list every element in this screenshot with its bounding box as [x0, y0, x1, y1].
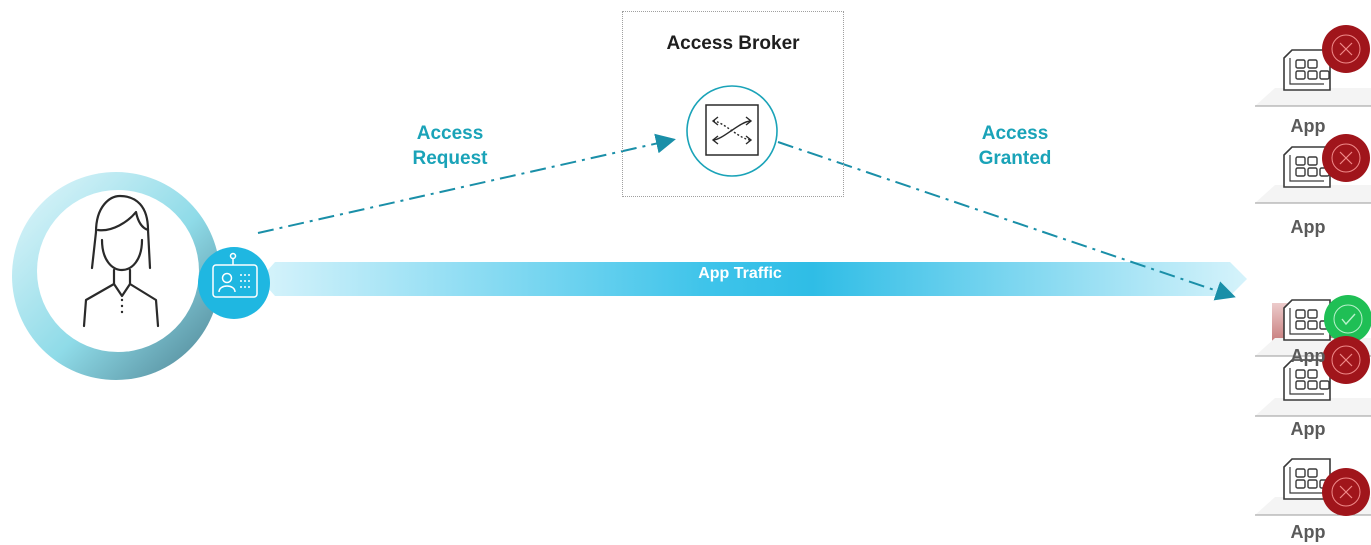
access-granted-line2: Granted — [978, 148, 1052, 169]
access-request-label: Access Request — [380, 121, 520, 171]
deny-badge-icon — [1321, 24, 1371, 74]
access-granted-line1: Access — [981, 123, 1049, 144]
access-granted-label: Access Granted — [945, 121, 1085, 171]
app-traffic-label: App Traffic — [698, 265, 782, 282]
deny-badge-icon — [1321, 467, 1371, 517]
user-avatar-icon — [12, 172, 220, 380]
access-request-line1: Access — [416, 123, 484, 144]
app-label: App — [1290, 419, 1326, 439]
access-request-line2: Request — [412, 148, 488, 169]
app-label: App — [1290, 217, 1326, 237]
app-label: App — [1290, 346, 1326, 366]
app-stack — [1254, 24, 1371, 517]
allow-badge-icon — [1323, 294, 1371, 344]
app-label: App — [1290, 522, 1326, 542]
diagram: Access Broker Access Request Access Gran… — [0, 0, 1371, 545]
app-icon — [1283, 299, 1331, 341]
id-badge-icon — [198, 247, 270, 319]
app-label: App — [1290, 116, 1326, 136]
deny-badge-icon — [1321, 133, 1371, 183]
access-broker-title: Access Broker — [666, 33, 800, 54]
